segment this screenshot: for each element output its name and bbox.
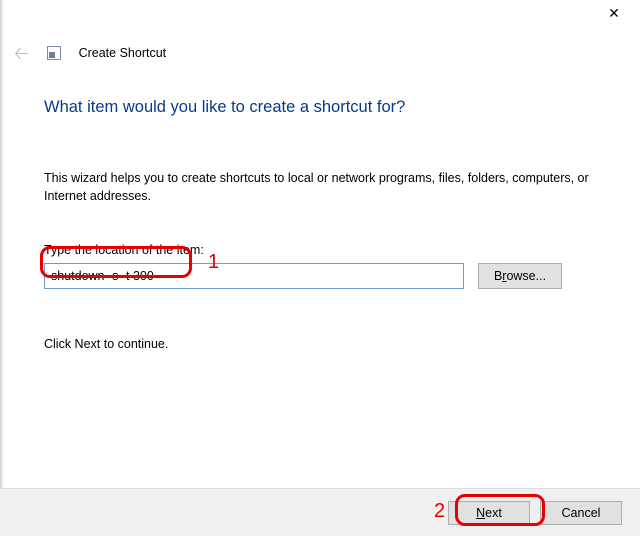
back-arrow-icon: 🡠 — [14, 44, 29, 62]
shortcut-icon — [47, 46, 61, 60]
next-button[interactable]: Next — [448, 501, 530, 525]
cancel-button[interactable]: Cancel — [540, 501, 622, 525]
dialog-footer: Next Cancel — [0, 488, 640, 536]
page-heading: What item would you like to create a sho… — [44, 98, 600, 117]
close-icon[interactable]: ✕ — [600, 4, 628, 24]
window-left-shadow — [0, 0, 4, 536]
browse-button[interactable]: Browse... — [478, 263, 562, 289]
location-input[interactable] — [44, 263, 464, 289]
dialog-title: Create Shortcut — [79, 46, 167, 60]
dialog-header: 🡠 Create Shortcut — [14, 44, 166, 62]
location-input-row: Browse... — [44, 263, 600, 289]
titlebar: ✕ — [600, 0, 640, 30]
dialog-content: What item would you like to create a sho… — [44, 98, 600, 351]
wizard-description: This wizard helps you to create shortcut… — [44, 169, 600, 205]
location-field-label: Type the location of the item: — [44, 243, 600, 257]
continue-hint: Click Next to continue. — [44, 337, 600, 351]
